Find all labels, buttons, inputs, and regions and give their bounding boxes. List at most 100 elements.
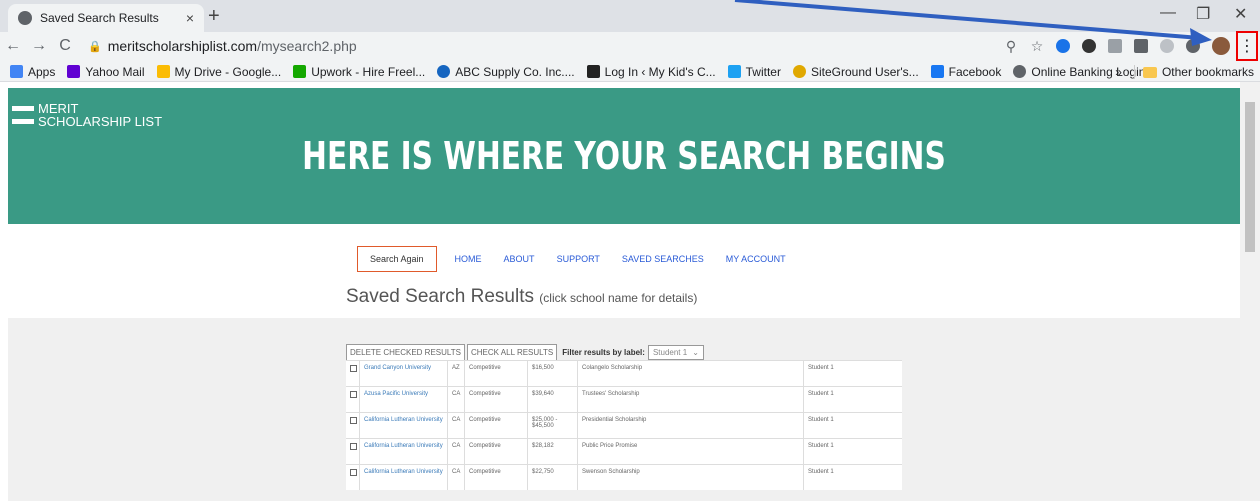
extension-icon[interactable] [1108, 39, 1122, 53]
hero-banner: MERIT SCHOLARSHIP LIST HERE IS WHERE YOUR… [8, 88, 1240, 224]
reload-icon[interactable]: C [52, 37, 78, 55]
toolbar-right: ⚲ ☆ ⋮ [998, 31, 1260, 61]
star-icon[interactable]: ☆ [1024, 38, 1050, 55]
amount-cell: $22,750 [528, 465, 578, 490]
row-checkbox[interactable] [350, 365, 357, 372]
new-tab-button[interactable]: + [208, 5, 220, 28]
more-bookmarks-button[interactable]: » [1115, 65, 1122, 79]
bookmark-twitter[interactable]: Twitter [727, 65, 781, 79]
forward-icon[interactable]: → [26, 37, 52, 55]
extension-icon[interactable] [1082, 39, 1096, 53]
siteground-icon [792, 65, 806, 78]
apps-icon [10, 65, 23, 78]
scrollbar-thumb[interactable] [1245, 102, 1255, 252]
search-again-button[interactable]: Search Again [357, 246, 437, 272]
page-title: Saved Search Results (click school name … [346, 286, 697, 308]
school-link[interactable]: Azusa Pacific University [360, 387, 448, 412]
nav-support[interactable]: SUPPORT [557, 254, 600, 264]
bookmark-abc-supply[interactable]: ABC Supply Co. Inc.... [437, 65, 575, 79]
drive-icon [156, 65, 170, 78]
label-cell: Student 1 [808, 391, 834, 397]
scholarship-cell: Trustees' Scholarship [578, 387, 804, 412]
label-cell: Student 1 [808, 365, 834, 371]
school-link[interactable]: California Lutheran University [360, 465, 448, 490]
zoom-icon[interactable]: ⚲ [998, 38, 1024, 55]
delete-checked-button[interactable]: DELETE CHECKED RESULTS [346, 344, 465, 361]
bookmark-yahoo-mail[interactable]: Yahoo Mail [67, 64, 145, 79]
chevron-down-icon: ⌄ [692, 348, 699, 357]
amount-cell: $28,182 [528, 439, 578, 464]
row-checkbox[interactable] [350, 469, 357, 476]
scholarship-cell: Swenson Scholarship [578, 465, 804, 490]
extension-icon[interactable] [1160, 39, 1174, 53]
amount-cell: $16,500 [528, 361, 578, 386]
school-link[interactable]: Grand Canyon University [360, 361, 448, 386]
facebook-icon [930, 65, 944, 78]
state-cell: AZ [448, 361, 465, 386]
state-cell: CA [448, 413, 465, 438]
twitter-icon [727, 65, 741, 78]
table-row: Azusa Pacific University CA Competitive … [346, 386, 902, 412]
school-link[interactable]: California Lutheran University [360, 439, 448, 464]
scholarship-cell: Colangelo Scholarship [578, 361, 804, 386]
page-subtitle: (click school name for details) [539, 291, 698, 305]
tab-close-icon[interactable]: × [186, 10, 194, 26]
type-cell: Competitive [465, 465, 528, 490]
other-bookmarks[interactable]: Other bookmarks [1162, 65, 1254, 79]
bookmark-label: Facebook [948, 64, 1002, 79]
mail-icon [67, 65, 81, 78]
extension-icon[interactable] [1134, 39, 1148, 53]
lock-icon: 🔒 [88, 40, 102, 53]
row-checkbox[interactable] [350, 417, 357, 424]
nav-about[interactable]: ABOUT [504, 254, 535, 264]
bookmarks-bar: Apps Yahoo Mail My Drive - Google... Upw… [0, 62, 1260, 82]
site-nav: Search Again HOME ABOUT SUPPORT SAVED SE… [357, 246, 808, 272]
state-cell: CA [448, 387, 465, 412]
bookmark-siteground[interactable]: SiteGround User's... [792, 64, 919, 79]
bookmark-facebook[interactable]: Facebook [930, 64, 1002, 79]
bookmark-upwork[interactable]: Upwork - Hire Freel... [293, 65, 425, 79]
abc-icon [437, 65, 451, 78]
divider [1133, 65, 1135, 79]
page-scrollbar[interactable] [1240, 82, 1260, 501]
school-link[interactable]: California Lutheran University [360, 413, 448, 438]
bookmark-label: SiteGround User's... [810, 64, 919, 79]
bookmark-label: Apps [28, 64, 56, 79]
avatar[interactable] [1212, 37, 1230, 55]
check-all-button[interactable]: CHECK ALL RESULTS [467, 344, 558, 361]
nav-home[interactable]: HOME [455, 254, 482, 264]
label-cell: Student 1 [808, 443, 834, 449]
browser-tab[interactable]: Saved Search Results × [8, 4, 204, 32]
folder-icon [1142, 66, 1157, 78]
minimize-button[interactable]: — [1160, 4, 1176, 22]
table-row: Grand Canyon University AZ Competitive $… [346, 360, 902, 386]
hero-title: HERE IS WHERE YOUR SEARCH BEGINS [302, 134, 946, 178]
restore-button[interactable]: ❐ [1196, 4, 1210, 24]
browser-toolbar: ← → C 🔒 meritscholarshiplist.com/mysearc… [0, 31, 1260, 61]
row-checkbox[interactable] [350, 391, 357, 398]
nav-my-account[interactable]: MY ACCOUNT [726, 254, 786, 264]
bookmark-log-in[interactable]: Log In ‹ My Kid's C... [586, 64, 716, 79]
row-checkbox[interactable] [350, 443, 357, 450]
nav-saved-searches[interactable]: SAVED SEARCHES [622, 254, 704, 264]
browser-chrome: Saved Search Results × + — ❐ ✕ ← → C 🔒 m… [0, 0, 1260, 82]
globe-icon [1013, 65, 1027, 78]
bookmark-apps[interactable]: Apps [10, 65, 55, 79]
menu-button[interactable]: ⋮ [1236, 31, 1258, 61]
site-logo[interactable]: MERIT SCHOLARSHIP LIST [12, 102, 162, 128]
type-cell: Competitive [465, 439, 528, 464]
filter-label: Filter results by label: [562, 348, 645, 357]
extension-icon[interactable] [1056, 39, 1070, 53]
type-cell: Competitive [465, 387, 528, 412]
bookmark-label: Log In ‹ My Kid's C... [604, 64, 716, 79]
bookmark-label: Yahoo Mail [85, 64, 145, 79]
results-table: Grand Canyon University AZ Competitive $… [346, 360, 902, 490]
address-bar[interactable]: 🔒 meritscholarshiplist.com/mysearch2.php [88, 34, 968, 58]
type-cell: Competitive [465, 413, 528, 438]
bookmark-label: My Drive - Google... [174, 64, 282, 79]
puzzle-icon[interactable] [1186, 39, 1200, 53]
back-icon[interactable]: ← [0, 37, 26, 55]
bookmark-my-drive[interactable]: My Drive - Google... [156, 64, 282, 79]
close-window-button[interactable]: ✕ [1234, 4, 1247, 24]
label-filter-select[interactable]: Student 1 ⌄ [647, 345, 704, 360]
